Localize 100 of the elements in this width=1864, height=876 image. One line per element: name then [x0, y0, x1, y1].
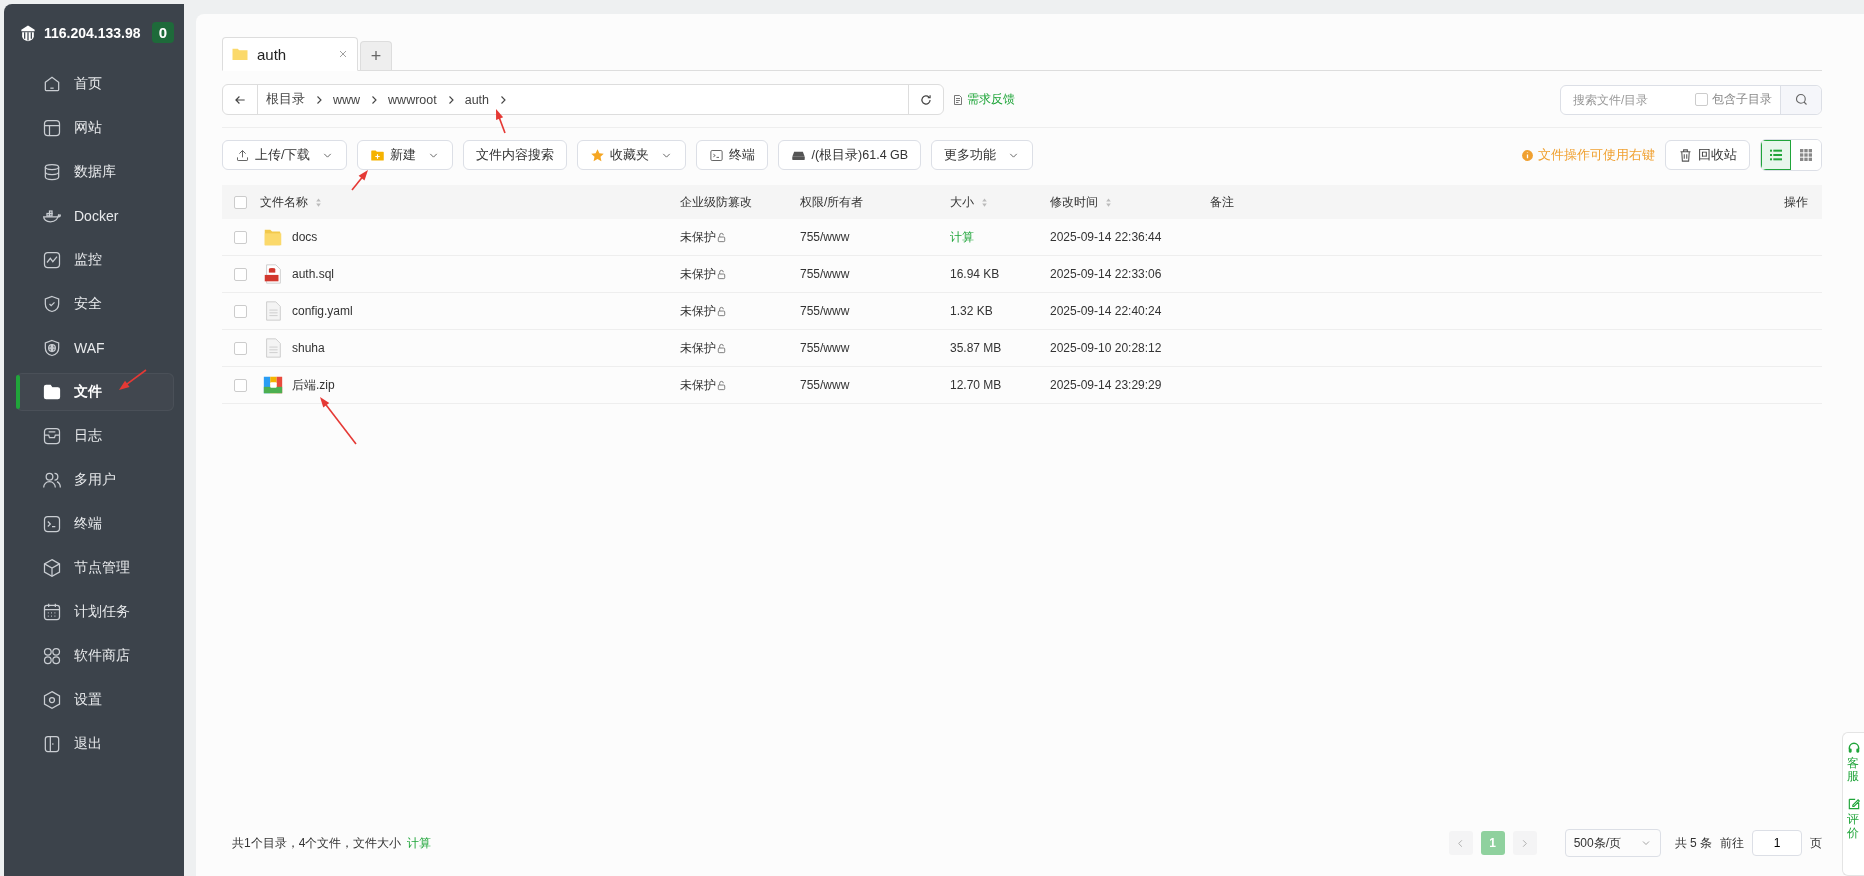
- protect-status[interactable]: 未保护: [680, 376, 716, 394]
- sidebar-item[interactable]: 终端: [16, 505, 174, 543]
- calendar-icon: [42, 602, 62, 622]
- hint-text: 文件操作可使用右键: [1538, 146, 1655, 164]
- sidebar-item[interactable]: 软件商店: [16, 637, 174, 675]
- count-badge[interactable]: 0: [151, 22, 174, 43]
- protect-status[interactable]: 未保护: [680, 228, 716, 246]
- table-cell: 755/www: [800, 341, 850, 355]
- inbox-icon: [42, 426, 62, 446]
- sidebar-item[interactable]: 文件: [16, 373, 174, 411]
- toolbar-button[interactable]: 文件内容搜索: [463, 140, 568, 170]
- protect-status[interactable]: 未保护: [680, 265, 716, 283]
- column-header: 操作: [1784, 193, 1808, 211]
- page-size-select[interactable]: 500条/页: [1564, 829, 1661, 857]
- sidebar-item[interactable]: 设置: [16, 681, 174, 719]
- next-page-button[interactable]: [1512, 831, 1537, 855]
- table-cell: 755/www: [800, 304, 850, 318]
- search-field[interactable]: 搜索文件/目录 包含子目录: [1560, 84, 1822, 115]
- info-icon: [1521, 148, 1534, 162]
- database-icon: [42, 162, 62, 182]
- chart-icon: [42, 250, 62, 270]
- globe-icon: [42, 338, 62, 358]
- summary-text: 共1个目录，4个文件，文件大小: [232, 834, 402, 852]
- page-unit: 页: [1810, 834, 1822, 852]
- sidebar-item[interactable]: 数据库: [16, 153, 174, 191]
- breadcrumb-link[interactable]: www: [325, 85, 369, 114]
- sidebar-item[interactable]: WAF: [16, 329, 174, 367]
- toolbar-button[interactable]: 上传/下载: [222, 140, 348, 170]
- edit-icon: [1847, 797, 1861, 812]
- subdir-checkbox[interactable]: 包含子目录: [1695, 91, 1772, 108]
- table-cell: 755/www: [800, 267, 850, 281]
- toolbar-button[interactable]: 更多功能: [931, 140, 1034, 170]
- row-checkbox[interactable]: [234, 304, 247, 318]
- row-checkbox[interactable]: [234, 267, 247, 281]
- annotation-arrow: [496, 109, 506, 134]
- column-header: 权限/所有者: [800, 193, 864, 211]
- grid-view-icon: [1798, 147, 1814, 163]
- toolbar-button[interactable]: /(根目录)61.4 GB: [778, 140, 922, 170]
- server-ip: 116.204.133.98: [44, 24, 141, 41]
- sidebar-item[interactable]: 日志: [16, 417, 174, 455]
- recycle-bin-button[interactable]: 回收站: [1665, 140, 1750, 170]
- prev-page-button[interactable]: [1448, 831, 1473, 855]
- row-checkbox[interactable]: [234, 341, 247, 355]
- search-button[interactable]: [1780, 85, 1821, 114]
- column-header[interactable]: 文件名称: [260, 193, 324, 211]
- window-icon: [42, 118, 62, 138]
- view-toggle[interactable]: [1761, 140, 1791, 170]
- table-cell: 2025-09-14 22:36:44: [1050, 230, 1162, 244]
- file-name[interactable]: config.yaml: [292, 304, 353, 318]
- refresh-icon: [919, 92, 933, 107]
- file-name[interactable]: docs: [292, 230, 318, 244]
- folder-icon: [42, 382, 62, 402]
- add-tab-button[interactable]: +: [360, 41, 392, 70]
- users-icon: [42, 470, 62, 490]
- search-icon: [1793, 92, 1809, 107]
- protect-status[interactable]: 未保护: [680, 339, 716, 357]
- apps-icon: [42, 646, 62, 666]
- file-name[interactable]: shuha: [292, 341, 325, 355]
- sidebar-item[interactable]: 安全: [16, 285, 174, 323]
- unlock-icon: [716, 231, 727, 243]
- table-cell: 2025-09-14 22:40:24: [1050, 304, 1162, 318]
- unlock-icon: [716, 305, 727, 317]
- breadcrumb-link[interactable]: auth: [456, 85, 498, 114]
- note-icon: [952, 93, 964, 106]
- toolbar-button[interactable]: 收藏夹: [577, 140, 687, 170]
- page-input[interactable]: 1: [1752, 830, 1802, 856]
- select-all-checkbox[interactable]: [234, 195, 247, 209]
- annotation-arrow: [119, 369, 147, 390]
- sidebar-item[interactable]: Docker: [16, 197, 174, 235]
- table-cell: 2025-09-14 22:33:06: [1050, 267, 1162, 281]
- cube-icon: [42, 558, 62, 578]
- row-checkbox[interactable]: [234, 378, 247, 392]
- sort-icon: [313, 196, 324, 208]
- table-cell: 12.70 MB: [950, 378, 1002, 392]
- row-checkbox[interactable]: [234, 230, 247, 244]
- annotation-arrow: [351, 170, 368, 191]
- table-cell: 2025-09-10 20:28:12: [1050, 341, 1162, 355]
- sidebar-item[interactable]: 网站: [16, 109, 174, 147]
- trash-icon: [1678, 147, 1693, 163]
- sidebar-item[interactable]: 监控: [16, 241, 174, 279]
- file-name[interactable]: auth.sql: [292, 267, 335, 281]
- settings-icon: [42, 690, 62, 710]
- sidebar-item[interactable]: 节点管理: [16, 549, 174, 587]
- close-icon: [337, 48, 349, 60]
- column-header: 备注: [1210, 193, 1234, 211]
- shield-icon: [42, 294, 62, 314]
- toolbar-button[interactable]: 新建: [357, 140, 454, 170]
- protect-status[interactable]: 未保护: [680, 302, 716, 320]
- sidebar-item[interactable]: 计划任务: [16, 593, 174, 631]
- sidebar-item[interactable]: 首页: [16, 65, 174, 103]
- breadcrumb-link[interactable]: wwwroot: [380, 85, 445, 114]
- toolbar-button[interactable]: 终端: [696, 140, 769, 170]
- door-icon: [42, 734, 62, 754]
- sort-icon: [979, 196, 990, 208]
- file-name[interactable]: 后端.zip: [292, 376, 335, 394]
- sidebar-item[interactable]: 多用户: [16, 461, 174, 499]
- breadcrumb-link[interactable]: 根目录: [258, 85, 313, 114]
- sidebar-item[interactable]: 退出: [16, 725, 174, 763]
- unlock-icon: [716, 342, 727, 354]
- folder-tab[interactable]: auth: [222, 37, 358, 71]
